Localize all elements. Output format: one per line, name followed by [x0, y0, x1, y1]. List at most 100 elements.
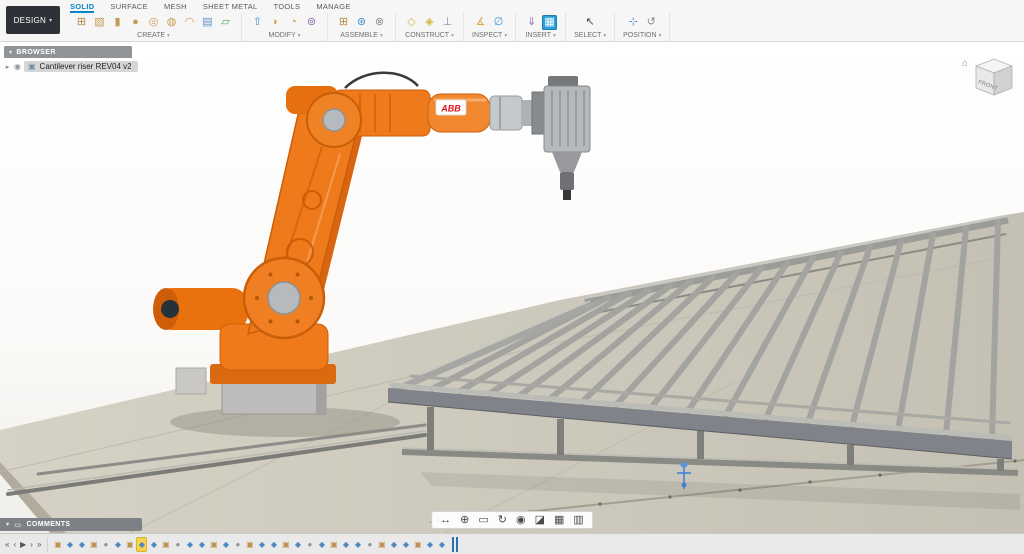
press-pull-icon[interactable]: ⇧ — [250, 15, 265, 30]
expand-icon[interactable]: ▸ — [4, 63, 11, 71]
pipe-icon[interactable]: ◠ — [182, 15, 197, 30]
timeline-feature[interactable]: ▣ — [244, 537, 255, 552]
timeline-feature[interactable]: ◆ — [352, 537, 363, 552]
spindle-tool[interactable] — [532, 76, 590, 200]
timeline-feature[interactable]: ▣ — [124, 537, 135, 552]
toolbar-tab[interactable]: TOOLS — [274, 0, 301, 13]
construct-menu-label[interactable]: CONSTRUCT ▾ — [405, 32, 454, 39]
coil-icon[interactable]: ◍ — [164, 15, 179, 30]
timeline-feature[interactable]: ▣ — [52, 537, 63, 552]
modify-menu-label[interactable]: MODIFY ▾ — [269, 32, 301, 39]
toolbar-tab[interactable]: MANAGE — [316, 0, 350, 13]
go-to-end-button[interactable]: » — [37, 537, 41, 552]
timeline-feature[interactable]: ◆ — [388, 537, 399, 552]
capture-position-icon[interactable]: ⊹ — [626, 15, 641, 30]
timeline-feature[interactable]: ● — [100, 537, 111, 552]
timeline-feature[interactable]: ▣ — [376, 537, 387, 552]
timeline-feature[interactable]: ▣ — [160, 537, 171, 552]
pan-icon[interactable]: ↔ — [440, 514, 451, 526]
timeline-feature[interactable]: ● — [232, 537, 243, 552]
timeline-feature[interactable]: ▣ — [412, 537, 423, 552]
timeline-feature[interactable]: ◆ — [196, 537, 207, 552]
timeline-feature[interactable]: ▣ — [328, 537, 339, 552]
viewports-icon[interactable]: ▥ — [573, 514, 583, 526]
timeline-feature[interactable]: ◆ — [220, 537, 231, 552]
viewcube-home-icon[interactable]: ⌂ — [962, 58, 968, 69]
new-component-icon[interactable]: ⊞ — [74, 15, 89, 30]
torus-icon[interactable]: ◎ — [146, 15, 161, 30]
toolbar-tab[interactable]: SHEET METAL — [203, 0, 258, 13]
grid-settings-icon[interactable]: ▦ — [554, 514, 564, 526]
browser-item-root-component[interactable]: ▸ ◉ ▣ Cantilever riser REV04 v2 — [4, 61, 138, 72]
play-button[interactable]: ▶ — [20, 537, 26, 552]
sphere-icon[interactable]: ● — [128, 15, 143, 30]
timeline-feature[interactable]: ● — [364, 537, 375, 552]
timeline-feature[interactable]: ◆ — [316, 537, 327, 552]
cylinder-icon[interactable]: ▮ — [110, 15, 125, 30]
viewport-canvas[interactable]: ABB — [0, 42, 1024, 533]
orbit-icon[interactable]: ↻ — [498, 514, 507, 526]
offset-plane-icon[interactable]: ◇ — [404, 15, 419, 30]
browser-title: BROWSER — [16, 49, 55, 56]
timeline-feature[interactable]: ◆ — [424, 537, 435, 552]
timeline-position-marker[interactable] — [452, 537, 458, 552]
toolbar-tab[interactable]: SURFACE — [110, 0, 148, 13]
rigid-group-icon[interactable]: ⊗ — [372, 15, 387, 30]
timeline-feature[interactable]: ◆ — [136, 537, 147, 552]
toolbar-tab[interactable]: MESH — [164, 0, 187, 13]
timeline-feature[interactable]: ◆ — [340, 537, 351, 552]
timeline-feature[interactable]: ● — [304, 537, 315, 552]
revert-position-icon[interactable]: ↺ — [644, 15, 659, 30]
timeline-feature[interactable]: ▣ — [280, 537, 291, 552]
timeline-feature[interactable]: ◆ — [64, 537, 75, 552]
go-to-start-button[interactable]: « — [5, 537, 9, 552]
look-at-icon[interactable]: ◉ — [516, 514, 526, 526]
timeline-feature[interactable]: ◆ — [148, 537, 159, 552]
timeline-feature[interactable]: ▣ — [88, 537, 99, 552]
timeline-feature[interactable]: ◆ — [436, 537, 447, 552]
axis-icon[interactable]: ⊥ — [440, 15, 455, 30]
section-analysis-icon[interactable]: ∅ — [491, 15, 506, 30]
timeline-feature[interactable]: ◆ — [256, 537, 267, 552]
browser-header[interactable]: ▾ BROWSER — [4, 46, 132, 58]
timeline-feature[interactable]: ◆ — [268, 537, 279, 552]
canvas-icon[interactable]: ▦ — [542, 15, 557, 30]
shell-icon[interactable]: ◔ — [286, 15, 301, 30]
display-settings-icon[interactable]: ◪ — [535, 514, 545, 526]
measure-icon[interactable]: ∡ — [473, 15, 488, 30]
new-component-icon[interactable]: ⊞ — [336, 15, 351, 30]
design-menu-button[interactable]: DESIGN ▾ — [6, 6, 60, 34]
create-menu-label[interactable]: CREATE ▾ — [137, 32, 170, 39]
midplane-icon[interactable]: ◈ — [422, 15, 437, 30]
toolbar-tab[interactable]: SOLID — [70, 0, 94, 13]
collapse-icon: ▾ — [9, 49, 12, 56]
viewcube[interactable]: FRONT — [976, 59, 1012, 95]
zoom-icon[interactable]: ⊕ — [460, 514, 469, 526]
joint-icon[interactable]: ⊛ — [354, 15, 369, 30]
select-menu-label[interactable]: SELECT ▾ — [574, 32, 606, 39]
insert-derive-icon[interactable]: ⇓ — [524, 15, 539, 30]
position-menu-label[interactable]: POSITION ▾ — [623, 32, 661, 39]
inspect-menu-label[interactable]: INSPECT ▾ — [472, 32, 507, 39]
step-forward-button[interactable]: › — [30, 537, 33, 552]
pattern-icon[interactable]: ▤ — [200, 15, 215, 30]
select-cursor-icon[interactable]: ↖ — [583, 15, 598, 30]
sketch-icon[interactable]: ▱ — [218, 15, 233, 30]
timeline-feature[interactable]: ● — [172, 537, 183, 552]
step-back-button[interactable]: ‹ — [13, 537, 16, 552]
timeline-feature[interactable]: ◆ — [400, 537, 411, 552]
timeline-feature[interactable]: ▣ — [208, 537, 219, 552]
viewport[interactable]: ABB ▾ BROWSER — [0, 42, 1024, 533]
insert-menu-label[interactable]: INSERT ▾ — [525, 32, 555, 39]
assemble-menu-label[interactable]: ASSEMBLE ▾ — [340, 32, 383, 39]
visibility-icon[interactable]: ◉ — [14, 62, 21, 71]
timeline-feature[interactable]: ◆ — [76, 537, 87, 552]
timeline-feature[interactable]: ◆ — [112, 537, 123, 552]
box-icon[interactable]: ▧ — [92, 15, 107, 30]
combine-icon[interactable]: ⊚ — [304, 15, 319, 30]
comments-bar[interactable]: ▾ ▭ COMMENTS — [0, 518, 142, 531]
fit-icon[interactable]: ▭ — [478, 514, 488, 526]
timeline-feature[interactable]: ◆ — [184, 537, 195, 552]
timeline-feature[interactable]: ◆ — [292, 537, 303, 552]
fillet-icon[interactable]: ◗ — [268, 15, 283, 30]
